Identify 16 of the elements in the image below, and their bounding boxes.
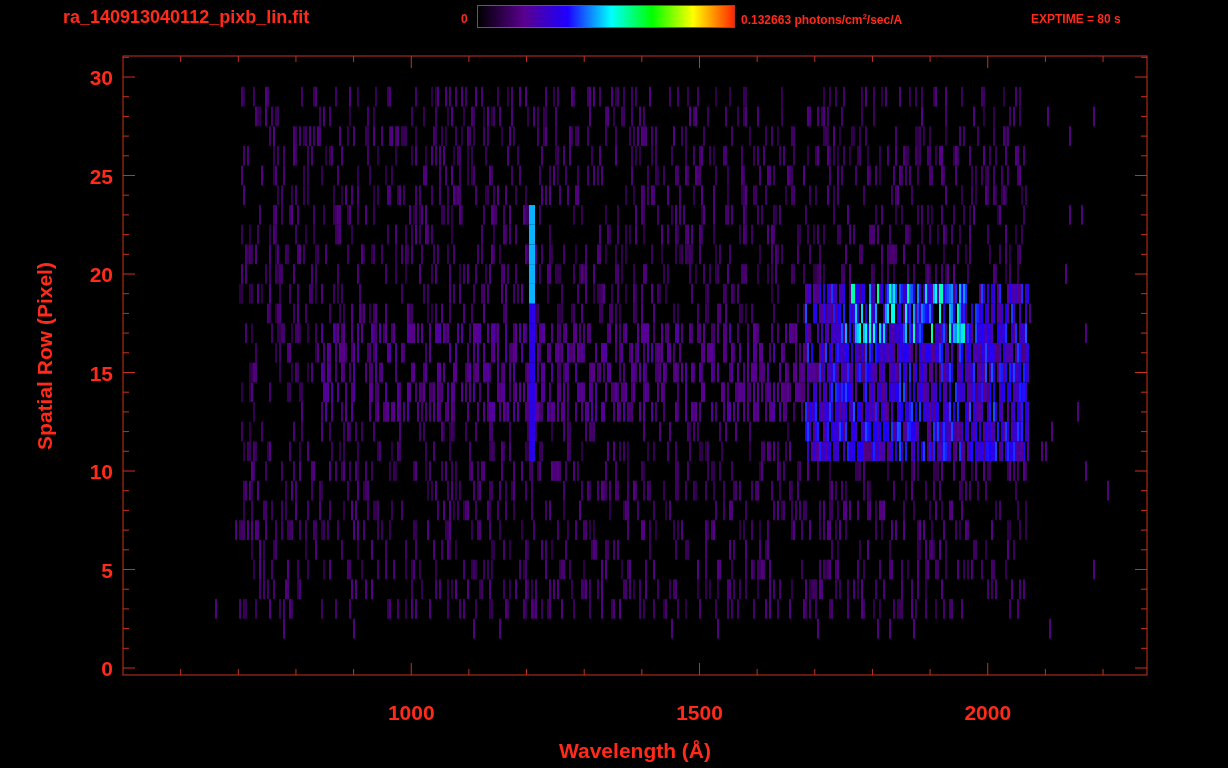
y-tick-label: 5 [101,558,113,582]
file-title: ra_140913040112_pixb_lin.fit [63,6,311,28]
x-tick-label: 2000 [964,701,1012,724]
y-axis-title: Spatial Row (Pixel) [33,262,56,450]
y-tick-label: 20 [89,263,113,286]
y-tick-label: 10 [89,460,113,483]
y-tick-label: 0 [101,657,113,680]
y-tick-label: 30 [89,66,113,89]
exposure-time: EXPTIME = 80 s [1031,11,1122,26]
x-tick-label: 1500 [676,701,723,724]
colorbar-min-label: 0 [461,11,469,26]
x-axis-title: Wavelength (Å) [558,739,712,762]
y-tick-label: 15 [89,361,113,385]
colorbar-max-label: 0.132663 photons/cm$^{2}$/sec/A [741,11,904,27]
y-tick-label: 25 [89,164,113,188]
x-tick-label: 1000 [387,701,435,724]
